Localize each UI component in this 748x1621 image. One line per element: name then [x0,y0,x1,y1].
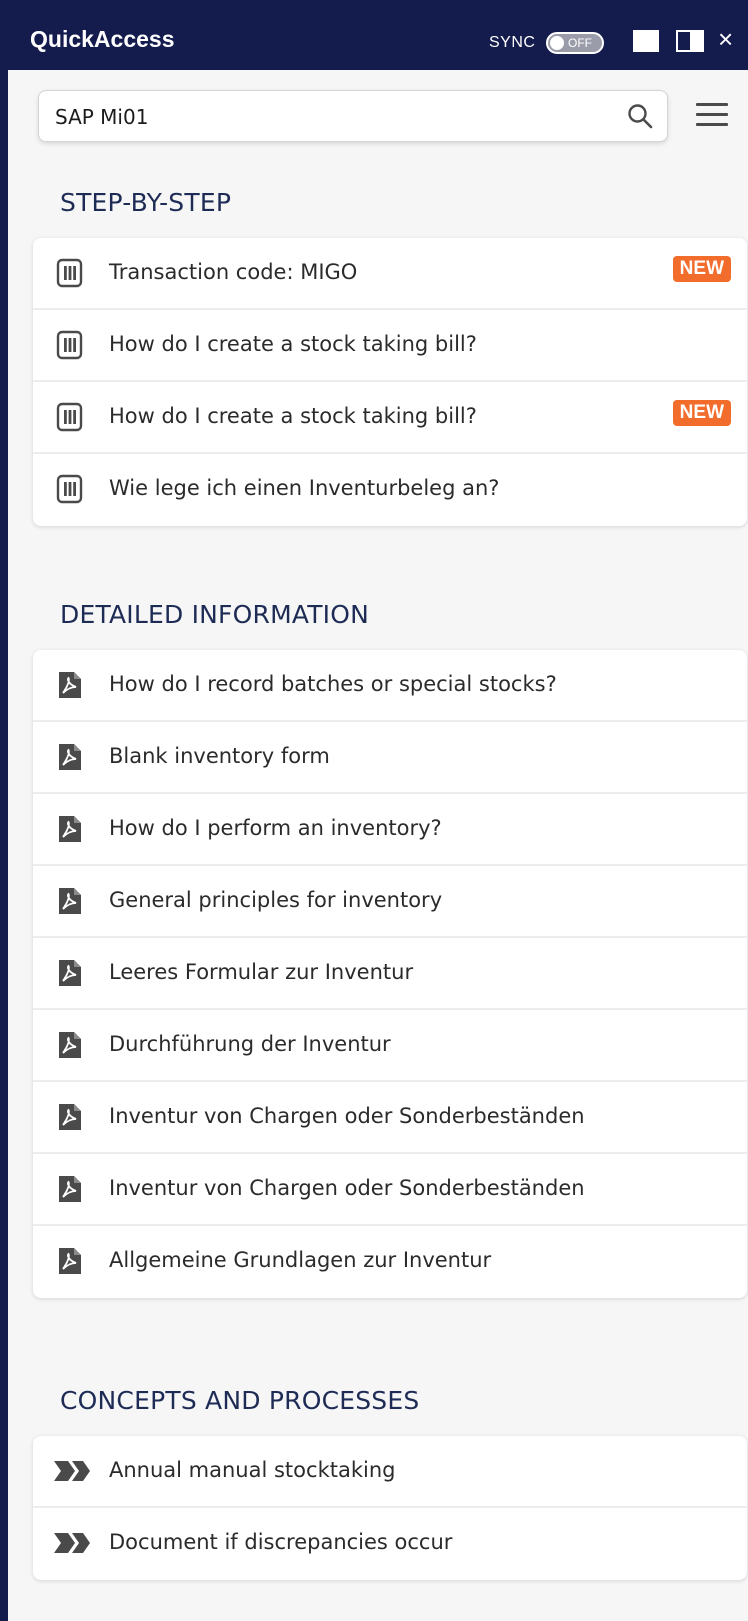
list-item-label: Transaction code: MIGO [109,260,358,284]
list-item-label: How do I create a stock taking bill? [109,404,477,428]
list-item[interactable]: General principles for inventory [33,866,747,938]
manual-doc-icon [56,258,83,288]
section-title-step-by-step: STEP-BY-STEP [60,188,232,217]
title-bar: QuickAccess SYNC OFF × [8,0,748,70]
list-item[interactable]: Inventur von Chargen oder Sonderbestände… [33,1154,747,1226]
detailed-information-list: How do I record batches or special stock… [33,650,747,1298]
list-item-label: How do I create a stock taking bill? [109,332,477,356]
split-view-button[interactable] [676,30,704,52]
section-title-detailed-information: DETAILED INFORMATION [60,600,370,629]
list-item[interactable]: How do I record batches or special stock… [33,650,747,722]
list-item-label: How do I record batches or special stock… [109,672,557,696]
search-icon[interactable] [627,103,653,129]
pdf-icon [59,1104,81,1130]
list-item[interactable]: Document if discrepancies occur [33,1508,747,1580]
sync-label: SYNC [489,34,536,51]
hamburger-menu-icon[interactable] [696,103,728,131]
list-item[interactable]: Inventur von Chargen oder Sonderbestände… [33,1082,747,1154]
list-item-label: Blank inventory form [109,744,330,768]
list-item[interactable]: How do I perform an inventory? [33,794,747,866]
list-item-label: How do I perform an inventory? [109,816,442,840]
close-button[interactable]: × [718,26,733,52]
list-item-label: Leeres Formular zur Inventur [109,960,414,984]
list-item-label: Inventur von Chargen oder Sonderbestände… [109,1104,585,1128]
list-item-label: General principles for inventory [109,888,443,912]
sync-state: OFF [568,36,592,50]
app-title: QuickAccess [30,26,175,52]
list-item[interactable]: Durchführung der Inventur [33,1010,747,1082]
new-badge: NEW [672,256,731,282]
list-item[interactable]: Transaction code: MIGO NEW [33,238,747,310]
pdf-icon [59,672,81,698]
pdf-icon [59,1032,81,1058]
pdf-icon [59,1176,81,1202]
list-item[interactable]: Wie lege ich einen Inventurbeleg an? [33,454,747,526]
step-by-step-list: Transaction code: MIGO NEW How do I crea… [33,238,747,526]
pdf-icon [59,888,81,914]
concepts-list: Annual manual stocktaking Document if di… [33,1436,747,1580]
manual-doc-icon [56,330,83,360]
pdf-icon [59,1248,81,1274]
list-item-label: Annual manual stocktaking [109,1458,396,1482]
process-arrows-icon [54,1533,90,1553]
sync-toggle[interactable]: OFF [546,32,604,54]
list-item[interactable]: How do I create a stock taking bill? [33,310,747,382]
list-item-label: Durchführung der Inventur [109,1032,391,1056]
single-view-button[interactable] [633,30,659,52]
list-item[interactable]: How do I create a stock taking bill? NEW [33,382,747,454]
manual-doc-icon [56,402,83,432]
list-item[interactable]: Annual manual stocktaking [33,1436,747,1508]
pdf-icon [59,816,81,842]
process-arrows-icon [54,1461,90,1481]
list-item-label: Wie lege ich einen Inventurbeleg an? [109,476,500,500]
section-title-concepts: CONCEPTS AND PROCESSES [60,1386,420,1415]
list-item-label: Inventur von Chargen oder Sonderbestände… [109,1176,585,1200]
list-item-label: Allgemeine Grundlagen zur Inventur [109,1248,492,1272]
pdf-icon [59,744,81,770]
list-item[interactable]: Blank inventory form [33,722,747,794]
search-box [38,90,668,143]
new-badge: NEW [672,400,731,426]
pdf-icon [59,960,81,986]
quickaccess-panel: QuickAccess SYNC OFF × STEP-BY-STEP Tran… [0,0,748,1621]
list-item-label: Document if discrepancies occur [109,1530,453,1554]
manual-doc-icon [56,474,83,504]
toggle-knob [550,36,564,50]
search-input[interactable] [53,91,617,143]
list-item[interactable]: Allgemeine Grundlagen zur Inventur [33,1226,747,1298]
list-item[interactable]: Leeres Formular zur Inventur [33,938,747,1010]
split-half [690,32,702,50]
